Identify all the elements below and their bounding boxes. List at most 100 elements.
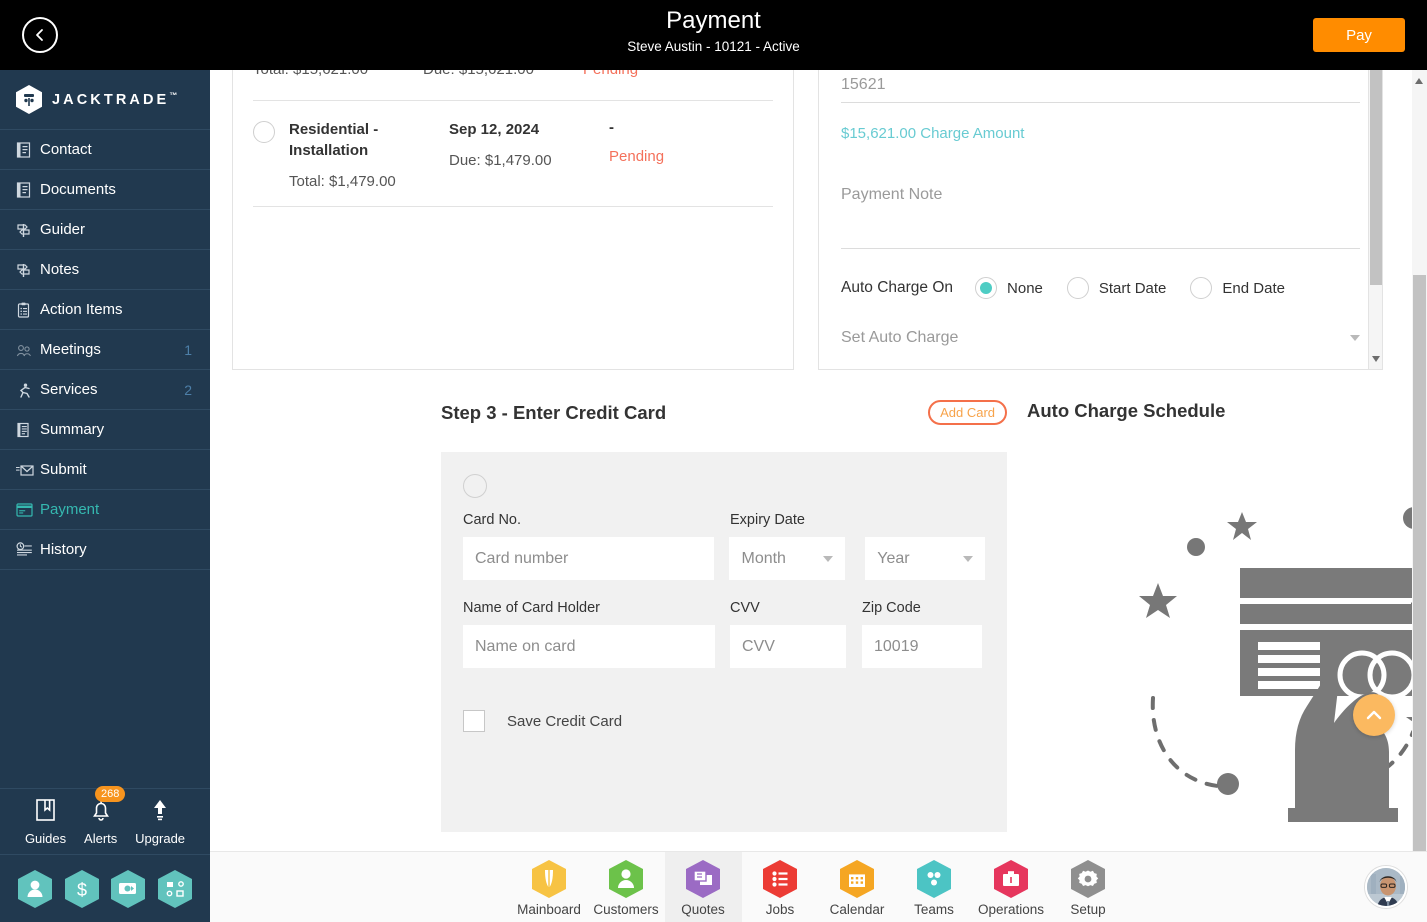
card-no-label: Card No. xyxy=(463,512,522,528)
scroll-to-top-button[interactable] xyxy=(1353,694,1395,736)
expiry-month-select[interactable]: Month xyxy=(729,537,846,580)
payment-item-date: Sep 12, 2024 xyxy=(449,121,540,138)
credit-card-select-radio[interactable] xyxy=(463,474,487,498)
quick-dollar-button[interactable]: $ xyxy=(64,869,100,909)
services-icon xyxy=(16,382,40,398)
quick-money-transfer-button[interactable] xyxy=(110,869,146,909)
pay-button[interactable]: Pay xyxy=(1313,18,1405,52)
sidebar-item-notes[interactable]: Notes xyxy=(0,250,210,290)
expiry-date-label: Expiry Date xyxy=(730,512,805,528)
envelope-icon xyxy=(16,463,40,477)
sidebar-item-contact[interactable]: Contact xyxy=(0,130,210,170)
charge-details-form: 15621 $15,621.00 Charge Amount Payment N… xyxy=(819,70,1382,347)
signpost-icon xyxy=(16,262,40,278)
bottom-nav-setup[interactable]: Setup xyxy=(1050,852,1127,922)
sidebar-item-label: Notes xyxy=(40,261,80,278)
quick-person-button[interactable] xyxy=(17,869,53,909)
chevron-down-icon xyxy=(1350,335,1360,341)
customers-icon xyxy=(608,859,644,899)
auto-charge-option-none[interactable]: None xyxy=(975,277,1043,299)
bottom-nav-mainboard[interactable]: Mainboard xyxy=(511,852,588,922)
row-divider xyxy=(253,206,773,207)
sidebar-item-label: Documents xyxy=(40,181,116,198)
set-auto-charge-value: Set Auto Charge xyxy=(841,329,959,346)
sidebar-item-summary[interactable]: Summary xyxy=(0,410,210,450)
radio-dot xyxy=(980,282,993,294)
alerts-button[interactable]: 268 Alerts xyxy=(84,786,126,846)
guides-button[interactable]: Guides xyxy=(25,797,66,846)
avatar[interactable] xyxy=(1365,866,1407,908)
sidebar-item-meetings[interactable]: Meetings 1 xyxy=(0,330,210,370)
sidebar-item-submit[interactable]: Submit xyxy=(0,450,210,490)
payment-items-panel: Total: $15,621.00 Due: $15,621.00 Pendin… xyxy=(232,70,794,370)
set-auto-charge-select[interactable]: Set Auto Charge xyxy=(841,329,1360,347)
bottom-nav-calendar[interactable]: Calendar xyxy=(819,852,896,922)
expiry-year-value: Year xyxy=(877,549,910,567)
card-number-input[interactable] xyxy=(463,537,715,580)
zip-code-input[interactable] xyxy=(862,625,982,668)
auto-charge-schedule-title: Auto Charge Schedule xyxy=(1027,400,1226,421)
payment-item-status-col: - Pending xyxy=(609,119,729,190)
sidebar-item-guider[interactable]: Guider xyxy=(0,210,210,250)
bottom-nav-label: Jobs xyxy=(765,901,795,917)
bottom-nav-operations[interactable]: Operations xyxy=(973,852,1050,922)
upgrade-button[interactable]: Upgrade xyxy=(135,797,185,846)
card-holder-label: Name of Card Holder xyxy=(463,600,600,616)
arrow-up-icon xyxy=(154,800,167,821)
top-header-bar: Payment Steve Austin - 10121 - Active Pa… xyxy=(0,0,1427,70)
sidebar-item-label: Action Items xyxy=(40,301,123,318)
bottom-nav-jobs[interactable]: Jobs xyxy=(742,852,819,922)
bottom-nav-customers[interactable]: Customers xyxy=(588,852,665,922)
scrollbar-thumb[interactable] xyxy=(1370,70,1382,285)
jacktrade-hex-icon xyxy=(16,85,42,114)
radio-none[interactable] xyxy=(975,277,998,299)
sidebar-item-payment[interactable]: Payment xyxy=(0,490,210,530)
page-scrollbar[interactable] xyxy=(1412,70,1427,851)
brand-logo[interactable]: JACKTRADE™ xyxy=(0,70,210,130)
bottom-nav-label: Quotes xyxy=(681,901,725,917)
cvv-input[interactable] xyxy=(730,625,846,668)
payment-note-input[interactable]: Payment Note xyxy=(841,186,1360,249)
radio-end-date[interactable] xyxy=(1190,277,1213,299)
scroll-up-arrow-icon[interactable] xyxy=(1415,78,1423,84)
auto-charge-on-row: Auto Charge On None Start Date End Date xyxy=(841,277,1360,299)
contact-card-icon xyxy=(16,141,40,158)
payment-item-due: Due: $1,479.00 xyxy=(449,152,552,169)
radio-none-label: None xyxy=(1007,279,1043,297)
payment-item-row-partial[interactable]: Total: $15,621.00 Due: $15,621.00 Pendin… xyxy=(233,70,793,92)
sidebar-item-services[interactable]: Services 2 xyxy=(0,370,210,410)
payment-item-radio[interactable] xyxy=(253,121,275,143)
bottom-nav-quotes[interactable]: Quotes xyxy=(664,852,742,922)
save-credit-card-row[interactable]: Save Credit Card xyxy=(441,710,1007,732)
sidebar-item-history[interactable]: History xyxy=(0,530,210,570)
quick-workflow-button[interactable] xyxy=(157,869,193,909)
table-row[interactable]: Residential - Installation Total: $1,479… xyxy=(233,101,793,190)
page-scrollbar-thumb[interactable] xyxy=(1413,275,1426,851)
sidebar-item-label: Payment xyxy=(40,501,100,518)
payment-card-icon xyxy=(16,502,40,517)
card-holder-input[interactable] xyxy=(463,625,715,668)
auto-charge-schedule-header: Auto Charge Schedule xyxy=(1027,400,1225,422)
sidebar-item-documents[interactable]: Documents xyxy=(0,170,210,210)
add-card-button[interactable]: Add Card xyxy=(928,400,1007,425)
brand-text: JACKTRADE xyxy=(52,91,170,108)
bottom-nav-items: Mainboard Customers Quotes Jobs Calendar… xyxy=(210,852,1427,922)
page-title: Payment xyxy=(666,7,761,34)
radio-start-date-label: Start Date xyxy=(1098,279,1167,297)
teams-icon xyxy=(916,859,952,899)
sidebar-quick-actions: $ xyxy=(0,855,210,922)
sidebar-bottom: Guides 268 Alerts Upgrade $ xyxy=(0,786,210,922)
sidebar-item-action-items[interactable]: Action Items xyxy=(0,290,210,330)
bottom-nav-label: Customers xyxy=(593,901,659,917)
auto-charge-option-end-date[interactable]: End Date xyxy=(1190,277,1285,299)
bottom-nav-teams[interactable]: Teams xyxy=(896,852,973,922)
scroll-down-arrow-icon[interactable] xyxy=(1372,356,1380,362)
upgrade-label: Upgrade xyxy=(135,831,186,846)
chevron-down-icon xyxy=(823,555,834,562)
radio-start-date[interactable] xyxy=(1066,277,1089,299)
auto-charge-option-start-date[interactable]: Start Date xyxy=(1066,277,1167,299)
charge-amount-input[interactable]: 15621 xyxy=(841,70,1360,103)
charge-panel-scrollbar[interactable] xyxy=(1368,70,1382,369)
save-credit-card-checkbox[interactable] xyxy=(463,710,485,732)
expiry-year-select[interactable]: Year xyxy=(865,537,985,580)
